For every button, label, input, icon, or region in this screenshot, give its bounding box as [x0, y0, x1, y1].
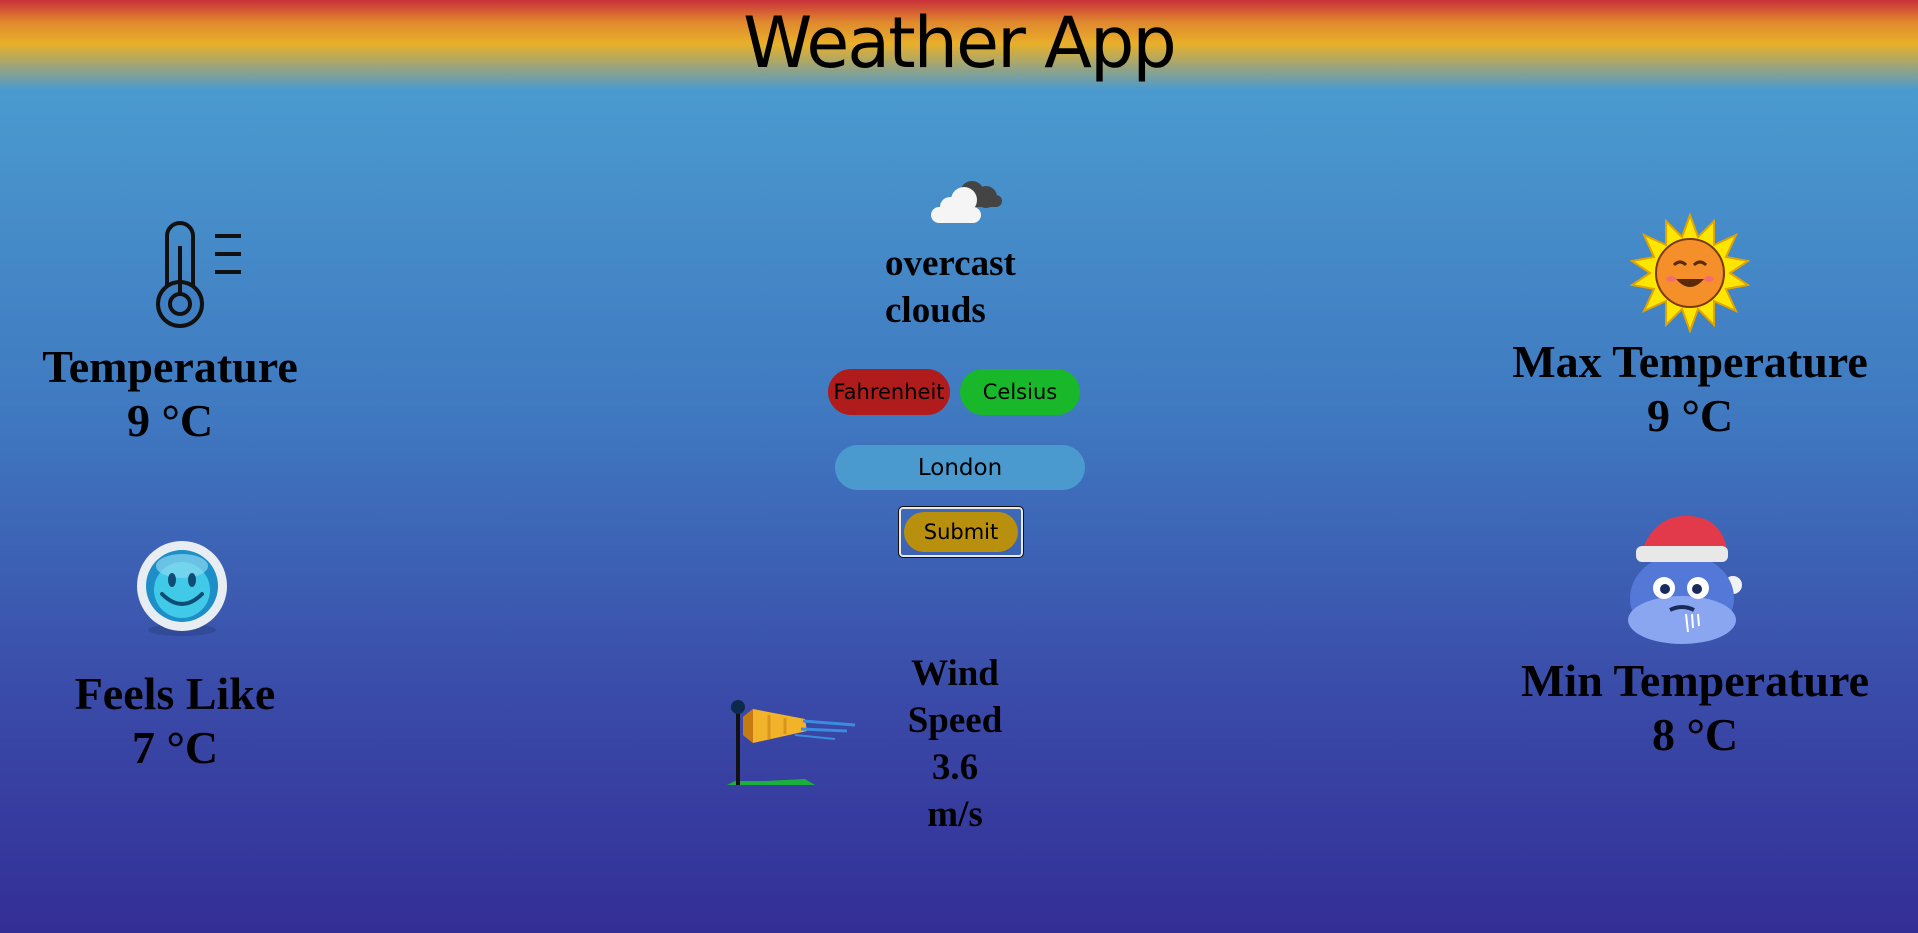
wind-label-line2: Speed [907, 700, 1003, 741]
celsius-button[interactable]: Celsius [960, 369, 1080, 415]
feels-like-value: 7 °C [131, 722, 219, 773]
cold-cloud-icon [1620, 510, 1745, 645]
max-temperature-label: Max Temperature [1512, 336, 1868, 387]
fahrenheit-button[interactable]: Fahrenheit [828, 369, 950, 415]
temperature-value: 9 °C [126, 395, 214, 446]
thermometer-icon [155, 220, 245, 332]
wind-speed-unit: m/s [927, 794, 983, 835]
submit-button-frame[interactable]: Submit [898, 506, 1024, 558]
temperature-panel: Temperature 9 °C [30, 340, 310, 448]
feels-like-panel: Feels Like 7 °C [60, 667, 290, 775]
max-temperature-panel: Max Temperature 9 °C [1500, 335, 1880, 443]
min-temperature-panel: Min Temperature 8 °C [1505, 654, 1885, 762]
wind-speed-value: 3.6 [931, 747, 979, 788]
app-title: Weather App [743, 2, 1177, 84]
weather-description-line1: overcast [885, 243, 1016, 284]
overcast-clouds-icon [928, 175, 1003, 225]
min-temperature-label: Min Temperature [1521, 655, 1869, 706]
min-temperature-value: 8 °C [1651, 709, 1739, 760]
wind-label-line1: Wind [911, 653, 999, 694]
weather-description-line2: clouds [885, 290, 986, 331]
smiley-icon [132, 540, 232, 640]
feels-like-label: Feels Like [74, 668, 276, 719]
temperature-label: Temperature [42, 341, 298, 392]
submit-button[interactable]: Submit [904, 512, 1018, 552]
max-temperature-value: 9 °C [1646, 390, 1734, 441]
windsock-icon [725, 695, 860, 790]
wind-speed-panel: Wind Speed 3.6 m/s [885, 650, 1025, 838]
city-search-input[interactable] [835, 445, 1085, 490]
weather-description: overcast clouds [885, 240, 1065, 334]
sun-icon [1629, 212, 1751, 334]
